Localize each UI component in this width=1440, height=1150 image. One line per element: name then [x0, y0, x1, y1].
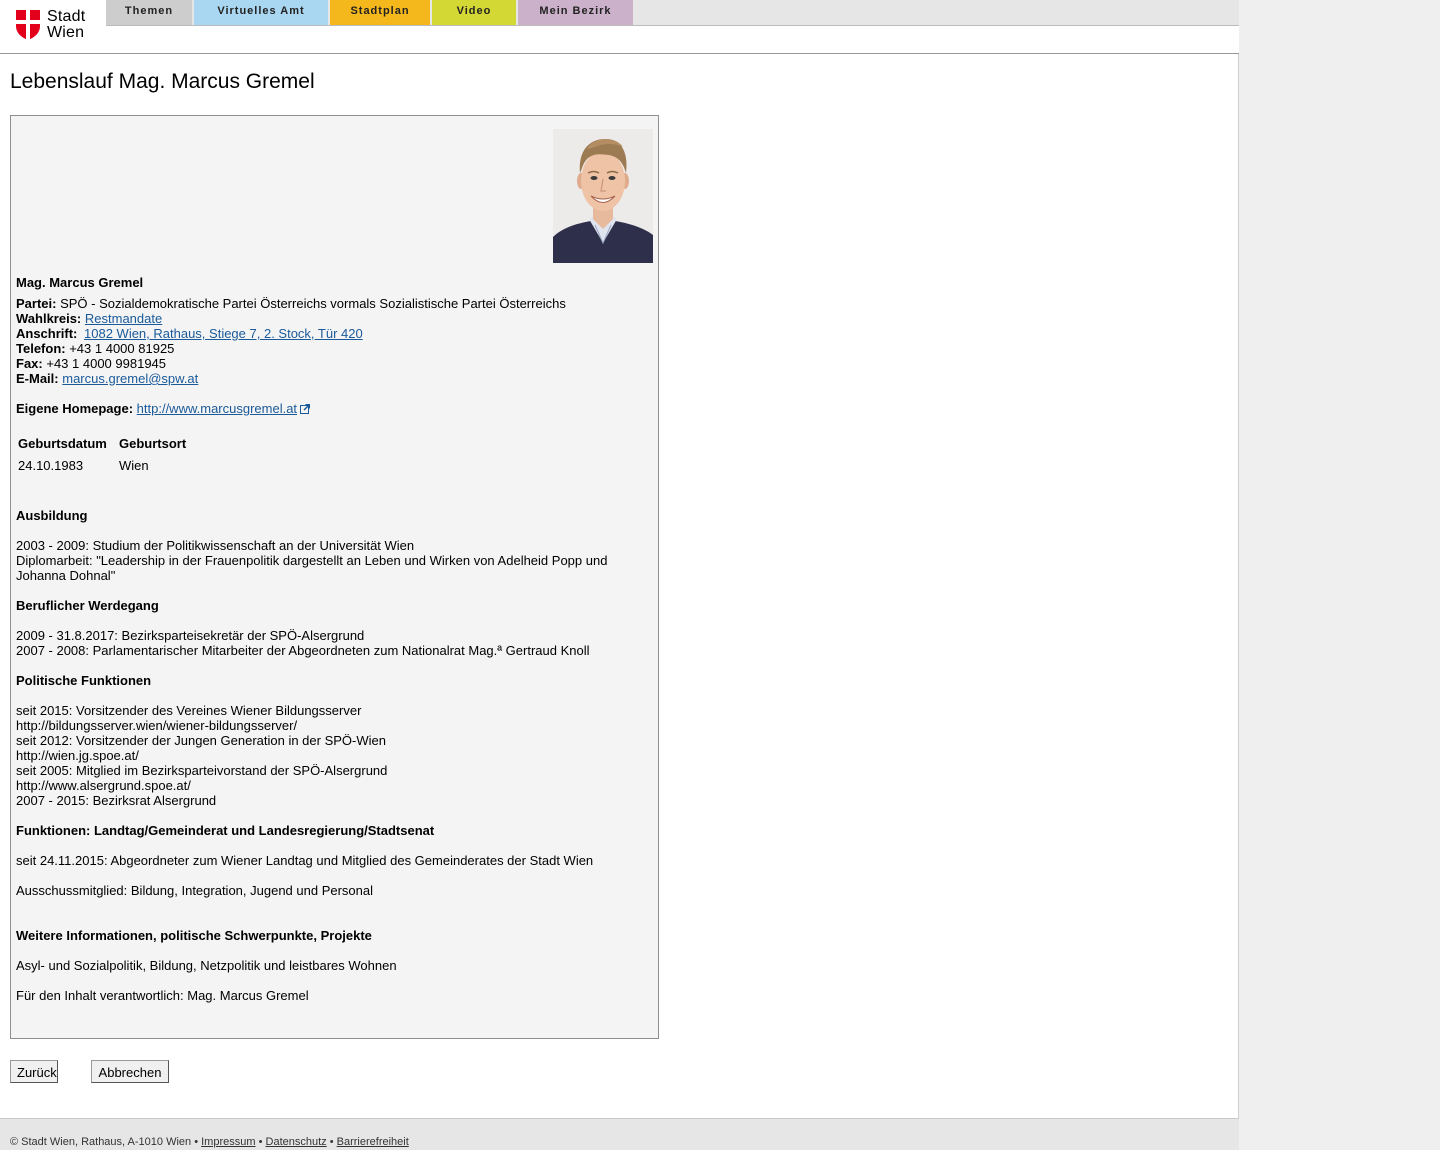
telefon-row: Telefon: +43 1 4000 81925: [16, 341, 174, 356]
zurueck-button[interactable]: Zurück: [10, 1060, 58, 1083]
ausbildung-heading: Ausbildung: [16, 508, 88, 523]
footer-separator: •: [329, 1136, 334, 1148]
main-navigation: Themen Virtuelles Amt Stadtplan Video Me…: [106, 0, 1239, 26]
weitere-heading: Weitere Informationen, politische Schwer…: [16, 928, 372, 943]
anschrift-label: Anschrift:: [16, 326, 78, 341]
footer-text: © Stadt Wien, Rathaus, A-1010 Wien • Imp…: [10, 1136, 409, 1148]
logo-wordmark: Stadt Wien: [47, 8, 86, 41]
partei-label: Partei:: [16, 296, 57, 311]
verantwortlich-line: Für den Inhalt verantwortlich: Mag. Marc…: [16, 988, 309, 1003]
anschrift-row: Anschrift: 1082 Wien, Rathaus, Stiege 7,…: [16, 326, 363, 341]
abbrechen-button[interactable]: Abbrechen: [91, 1060, 169, 1083]
partei-value: SPÖ - Sozialdemokratische Partei Österre…: [60, 296, 566, 311]
geburtsdatum-header: Geburtsdatum: [18, 436, 107, 451]
werdegang-line: 2007 - 2008: Parlamentarischer Mitarbeit…: [16, 643, 590, 658]
funktionen-line: Ausschussmitglied: Bildung, Integration,…: [16, 883, 373, 898]
fax-label: Fax:: [16, 356, 43, 371]
tab-stadtplan[interactable]: Stadtplan: [330, 0, 430, 25]
wahlkreis-row: Wahlkreis: Restmandate: [16, 311, 162, 326]
tab-virtuelles-amt[interactable]: Virtuelles Amt: [194, 0, 328, 25]
wahlkreis-label: Wahlkreis:: [16, 311, 82, 326]
homepage-label: Eigene Homepage:: [16, 401, 134, 416]
geburtsort-value: Wien: [119, 458, 149, 473]
barrierefreiheit-link[interactable]: Barrierefreiheit: [337, 1136, 409, 1148]
stadt-wien-logo[interactable]: Stadt Wien: [16, 9, 102, 43]
telefon-label: Telefon:: [16, 341, 66, 356]
footer-copyright: © Stadt Wien, Rathaus, A-1010 Wien: [10, 1136, 192, 1148]
politisch-line: http://www.alsergrund.spoe.at/: [16, 778, 191, 793]
tab-themen[interactable]: Themen: [106, 0, 192, 25]
datenschutz-link[interactable]: Datenschutz: [266, 1136, 327, 1148]
page: Stadt Wien Themen Virtuelles Amt Stadtpl…: [0, 0, 1239, 1150]
politisch-line: seit 2005: Mitglied im Bezirksparteivors…: [16, 763, 388, 778]
politisch-line: http://bildungsserver.wien/wiener-bildun…: [16, 718, 298, 733]
funktionen-heading: Funktionen: Landtag/Gemeinderat und Land…: [16, 823, 435, 838]
politisch-line: http://wien.jg.spoe.at/: [16, 748, 139, 763]
tab-video[interactable]: Video: [432, 0, 516, 25]
page-title: Lebenslauf Mag. Marcus Gremel: [10, 70, 315, 93]
ausbildung-line: Johanna Dohnal": [16, 568, 116, 583]
footer-separator: •: [194, 1136, 199, 1148]
profile-card: Mag. Marcus Gremel Partei: SPÖ - Soziald…: [10, 115, 659, 1039]
footer-separator: •: [258, 1136, 263, 1148]
email-row: E-Mail: marcus.gremel@spw.at: [16, 371, 198, 386]
weitere-line: Asyl- und Sozialpolitik, Bildung, Netzpo…: [16, 958, 397, 973]
tab-mein-bezirk[interactable]: Mein Bezirk: [518, 0, 633, 25]
geburtsort-header: Geburtsort: [119, 436, 187, 451]
homepage-row: Eigene Homepage: http://www.marcusgremel…: [16, 401, 311, 416]
fax-row: Fax: +43 1 4000 9981945: [16, 356, 166, 371]
partei-row: Partei: SPÖ - Sozialdemokratische Partei…: [16, 296, 566, 311]
politisch-line: seit 2015: Vorsitzender des Vereines Wie…: [16, 703, 362, 718]
external-link-icon: [300, 404, 311, 414]
politisch-line: seit 2012: Vorsitzender der Jungen Gener…: [16, 733, 386, 748]
wien-shield-icon: [16, 10, 40, 40]
politisch-line: 2007 - 2015: Bezirksrat Alsergrund: [16, 793, 217, 808]
ausbildung-line: 2003 - 2009: Studium der Politikwissensc…: [16, 538, 415, 553]
telefon-value: +43 1 4000 81925: [69, 341, 175, 356]
header: Stadt Wien Themen Virtuelles Amt Stadtpl…: [0, 0, 1239, 54]
ausbildung-line: Diplomarbeit: "Leadership in der Frauenp…: [16, 553, 608, 568]
portrait-photo: [553, 129, 653, 263]
profile-name: Mag. Marcus Gremel: [16, 275, 144, 290]
anschrift-link[interactable]: 1082 Wien, Rathaus, Stiege 7, 2. Stock, …: [84, 326, 363, 341]
fax-value: +43 1 4000 9981945: [46, 356, 167, 371]
funktionen-line: seit 24.11.2015: Abgeordneter zum Wiener…: [16, 853, 594, 868]
geburtsdatum-value: 24.10.1983: [18, 458, 84, 473]
homepage-link[interactable]: http://www.marcusgremel.at: [137, 401, 297, 416]
wahlkreis-link[interactable]: Restmandate: [85, 311, 162, 326]
email-label: E-Mail:: [16, 371, 59, 386]
politisch-heading: Politische Funktionen: [16, 673, 152, 688]
email-link[interactable]: marcus.gremel@spw.at: [62, 371, 198, 386]
werdegang-heading: Beruflicher Werdegang: [16, 598, 159, 613]
footer: © Stadt Wien, Rathaus, A-1010 Wien • Imp…: [0, 1118, 1239, 1150]
impressum-link[interactable]: Impressum: [201, 1136, 255, 1148]
werdegang-line: 2009 - 31.8.2017: Bezirksparteisekretär …: [16, 628, 365, 643]
